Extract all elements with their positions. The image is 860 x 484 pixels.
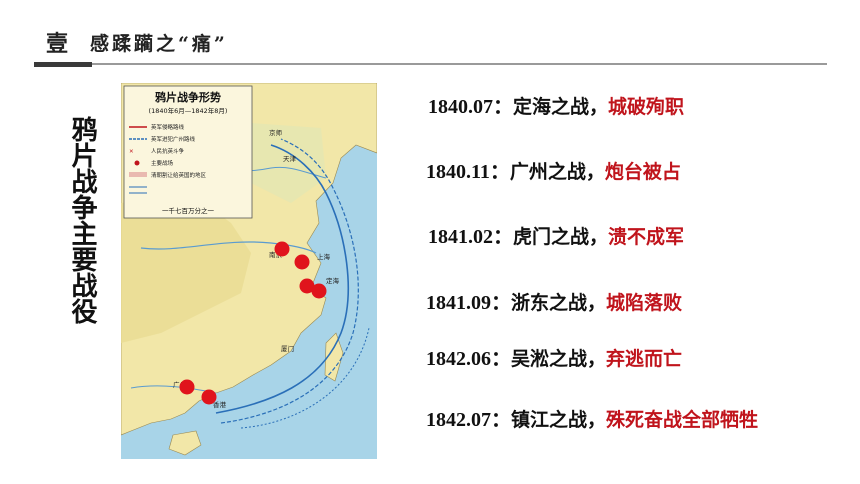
battle-result: 溃不成军 xyxy=(608,226,685,248)
legend-label: 人民抗英斗争 xyxy=(151,147,185,155)
battle-marker-zhenjiang xyxy=(274,241,290,257)
map-legend xyxy=(123,85,253,219)
battle-date: 1842.06： xyxy=(426,348,511,370)
section-title: 感蹂躏之“痛” xyxy=(90,33,228,55)
battle-marker-humen xyxy=(201,389,217,405)
battle-name: 虎门之战， xyxy=(513,226,609,248)
legend-label: 清朝割让给英国的地区 xyxy=(151,171,207,179)
legend-marker-icon: ✕ xyxy=(129,149,134,155)
battle-item: 1840.11：广州之战，炮台被占 xyxy=(426,155,681,184)
battle-result: 炮台被占 xyxy=(604,161,681,183)
battle-date: 1840.11： xyxy=(426,161,510,183)
battle-item: 1841.09：浙东之战，城陷落败 xyxy=(426,286,682,315)
battle-marker-dinghai xyxy=(311,283,327,299)
side-title: 鸦片战争主要战役 xyxy=(67,116,97,324)
map-title: 鸦片战争形势 xyxy=(155,90,221,104)
map-label: 上海 xyxy=(317,252,331,261)
battle-name: 镇江之战， xyxy=(511,409,607,431)
battle-item: 1842.07：镇江之战，殊死奋战全部牺牲 xyxy=(426,403,758,432)
map-label: 定海 xyxy=(326,276,340,285)
legend-label: 主要战场 xyxy=(151,159,174,167)
battle-item: 1842.06：吴淞之战，弃逃而亡 xyxy=(426,342,682,371)
battle-name: 浙东之战， xyxy=(511,292,607,314)
legend-label: 英军进犯广州路线 xyxy=(151,135,196,143)
slide-header: 壹 感蹂躏之“痛” xyxy=(0,0,860,70)
battle-result: 殊死奋战全部牺牲 xyxy=(606,409,759,431)
battle-date: 1841.09： xyxy=(426,292,511,314)
legend-label: 英军侵略路线 xyxy=(151,123,185,131)
battle-date: 1842.07： xyxy=(426,409,511,431)
battle-date: 1841.02： xyxy=(428,226,513,248)
battle-name: 定海之战， xyxy=(513,96,609,118)
header-rule-accent xyxy=(34,62,92,67)
battle-marker-guangzhou xyxy=(179,379,195,395)
opium-war-map: 鸦片战争形势 (1840年6月—1842年8月) 英军侵略路线 英军进犯广州路线… xyxy=(121,83,377,459)
map-label: 厦门 xyxy=(281,344,294,353)
map-label: 天津 xyxy=(283,155,297,163)
map-subtitle: (1840年6月—1842年8月) xyxy=(149,106,228,115)
battle-item: 1841.02：虎门之战，溃不成军 xyxy=(428,220,684,249)
battle-marker-wusong xyxy=(294,254,310,270)
battle-name: 吴淞之战， xyxy=(511,348,607,370)
battle-date: 1840.07： xyxy=(428,96,513,118)
header-rule xyxy=(92,63,827,65)
map-label: 京师 xyxy=(269,128,283,137)
section-number: 壹 xyxy=(46,31,69,57)
map-scale: 一千七百万分之一 xyxy=(162,206,215,215)
battle-name: 广州之战， xyxy=(509,161,605,183)
battle-result: 弃逃而亡 xyxy=(606,348,683,370)
battle-result: 城陷落败 xyxy=(606,292,683,314)
battle-item: 1840.07：定海之战，城破殉职 xyxy=(428,90,684,119)
battle-result: 城破殉职 xyxy=(608,96,685,118)
